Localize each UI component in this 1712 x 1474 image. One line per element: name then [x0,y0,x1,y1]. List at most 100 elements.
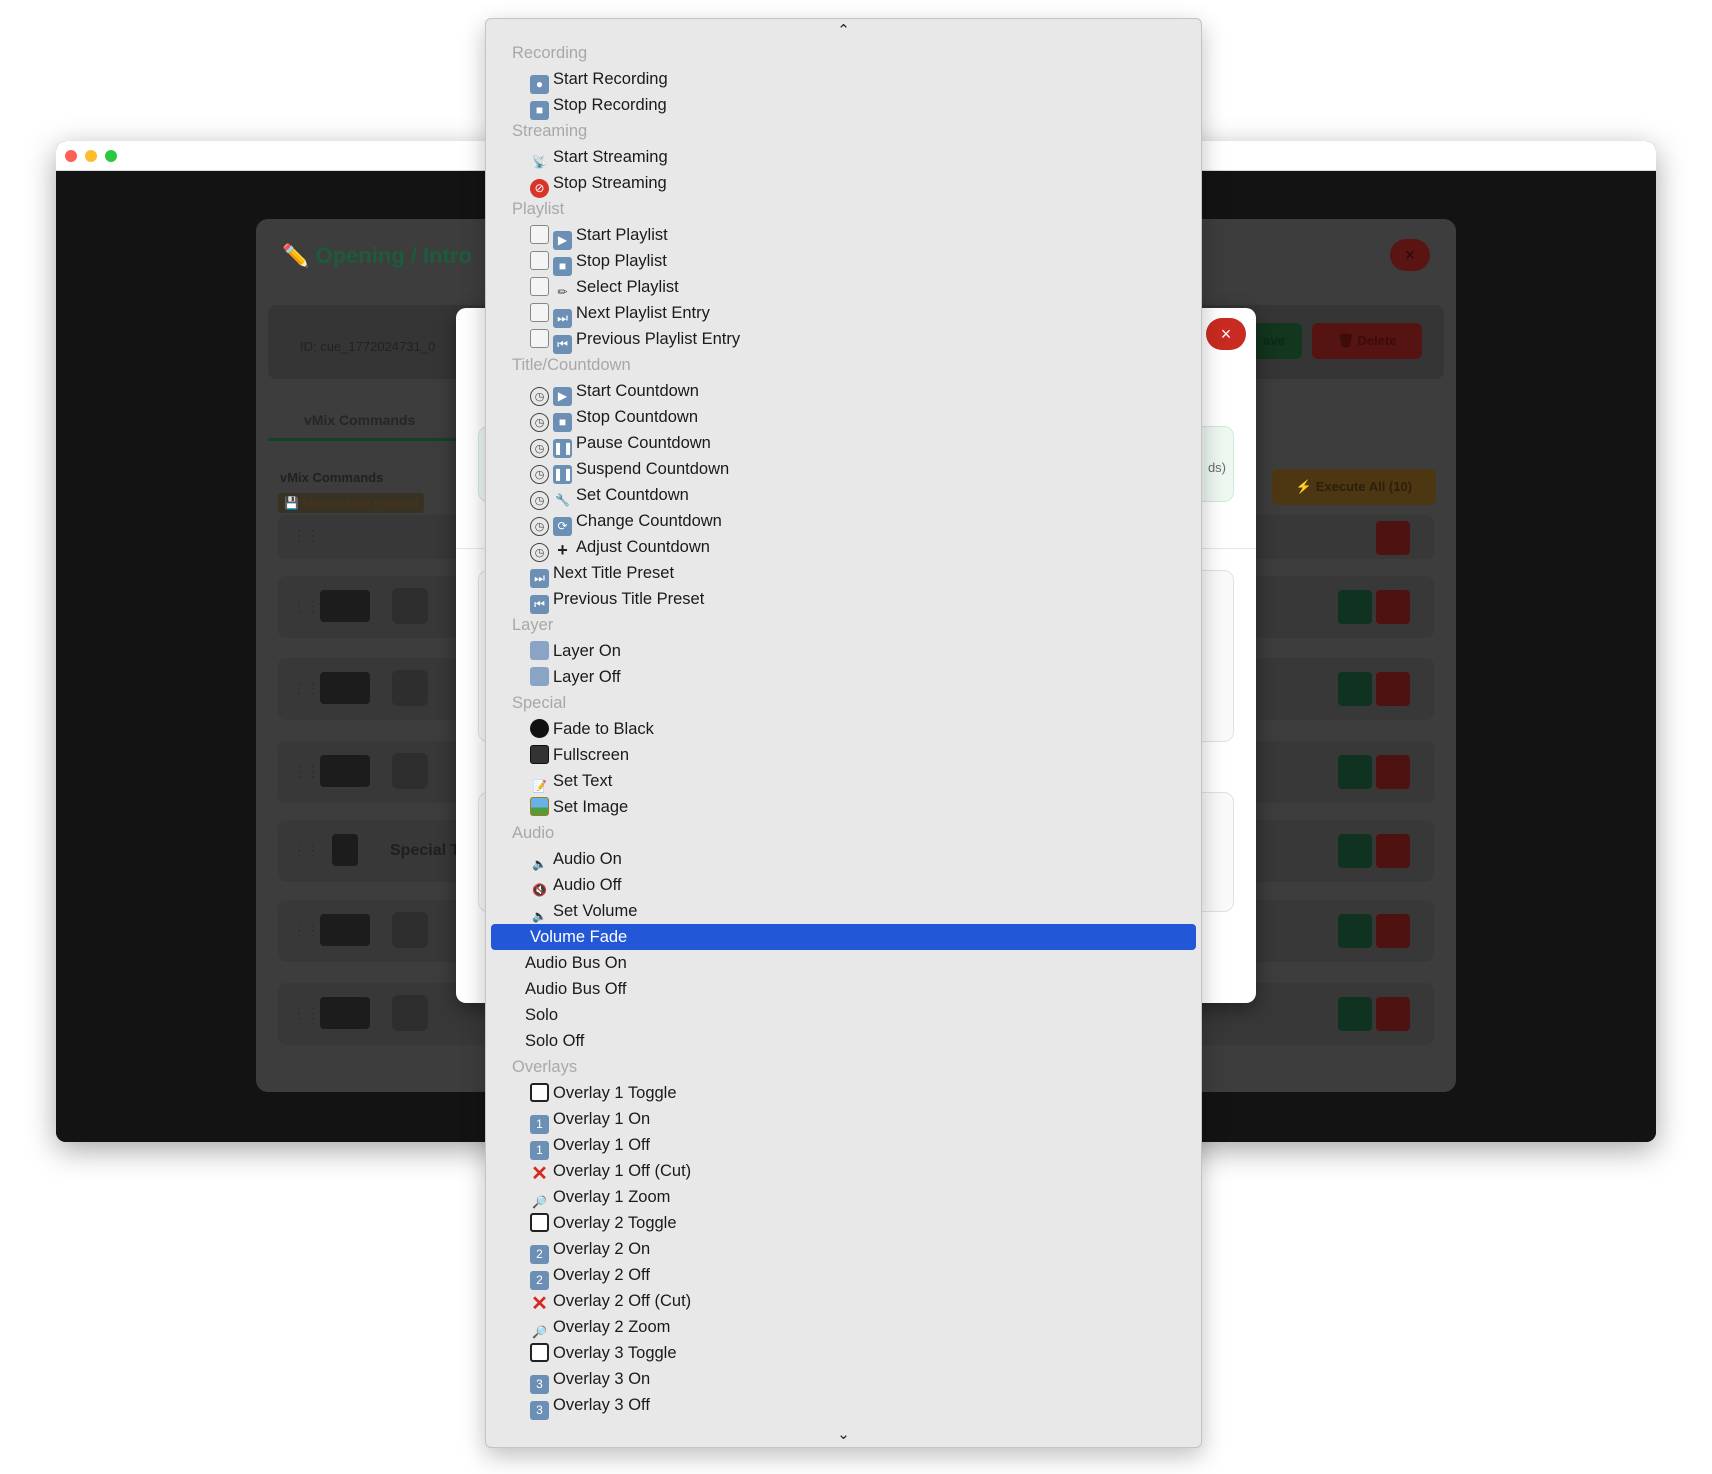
row-delete-button[interactable] [1376,914,1410,948]
option-audio-bus-on[interactable]: Audio Bus On [486,950,1201,976]
black-circle-icon [530,719,549,738]
option-volume-fade[interactable]: Volume Fade [491,924,1196,950]
option-solo[interactable]: Solo [486,1002,1201,1028]
command-type-dropdown[interactable]: ⌃ Recording ● Start Recording ■ Stop Recor… [485,18,1202,1448]
option-stop-playlist[interactable]: ■ Stop Playlist [486,248,1201,276]
drag-handle-icon[interactable]: ⋮⋮ [292,922,320,939]
option-overlay-3-toggle[interactable]: Overlay 3 Toggle [486,1340,1201,1366]
option-start-streaming[interactable]: 📡 Start Streaming [486,144,1201,170]
drag-handle-icon[interactable]: ⋮⋮ [292,527,320,544]
option-select-playlist[interactable]: ✏ Select Playlist [486,274,1201,300]
group-streaming: Streaming [512,122,588,140]
option-audio-on[interactable]: 🔈 Audio On [486,846,1201,872]
row-type-icon [392,912,428,948]
drag-handle-icon[interactable]: ⋮⋮ [292,842,320,859]
window-maximize-button[interactable] [105,150,117,162]
option-start-countdown[interactable]: ◷ ▶ Start Countdown [486,378,1201,406]
option-layer-on[interactable]: Layer On [486,638,1201,664]
row-delete-button[interactable] [1376,590,1410,624]
cross-mark-icon: ✕ [531,1293,548,1315]
execute-all-button[interactable]: ⚡ Execute All (10) [1272,469,1436,505]
cross-mark-icon: ✕ [531,1163,548,1185]
option-overlay-2-on[interactable]: 2 Overlay 2 On [486,1236,1201,1264]
scroll-down-icon[interactable]: ⌄ [486,1425,1201,1443]
row-delete-button[interactable] [1376,672,1410,706]
option-overlay-2-zoom[interactable]: 🔎 Overlay 2 Zoom [486,1314,1201,1340]
window-close-button[interactable] [65,150,77,162]
cue-close-button[interactable]: × [1390,239,1430,271]
option-overlay-2-toggle[interactable]: Overlay 2 Toggle [486,1210,1201,1236]
row-type-icon [392,995,428,1031]
drag-handle-icon[interactable]: ⋮⋮ [292,598,320,615]
option-pause-countdown[interactable]: ◷ ❚❚ Pause Countdown [486,430,1201,458]
group-overlays: Overlays [512,1058,578,1076]
option-overlay-2-off-cut[interactable]: ✕ Overlay 2 Off (Cut) [486,1288,1201,1314]
drag-handle-icon[interactable]: ⋮⋮ [292,1005,320,1022]
row-play-button[interactable] [1338,590,1372,624]
section-title: vMix Commands [280,470,384,485]
scroll-up-icon[interactable]: ⌃ [486,21,1201,39]
option-overlay-1-toggle[interactable]: Overlay 1 Toggle [486,1080,1201,1106]
option-audio-bus-off[interactable]: Audio Bus Off [486,976,1201,1002]
folder-icon [530,667,549,686]
option-set-text[interactable]: 📝 Set Text [486,768,1201,794]
picture-icon [530,797,549,816]
option-set-image[interactable]: Set Image [486,794,1201,820]
option-overlay-1-on[interactable]: 1 Overlay 1 On [486,1106,1201,1134]
manual-save-badge: 💾 Manual save required [278,493,424,513]
option-stop-recording[interactable]: ■ Stop Recording [486,92,1201,120]
option-stop-streaming[interactable]: ⊘ Stop Streaming [486,170,1201,198]
option-stop-countdown[interactable]: ◷ ■ Stop Countdown [486,404,1201,432]
option-set-countdown[interactable]: ◷ 🔧 Set Countdown [486,482,1201,510]
option-next-title-preset[interactable]: ⏭ Next Title Preset [486,560,1201,588]
dropdown-list: Recording ● Start Recording ■ Stop Recordi… [486,40,1201,1420]
row-delete-button[interactable] [1376,755,1410,789]
option-suspend-countdown[interactable]: ◷ ❚❚ Suspend Countdown [486,456,1201,484]
tab-vmix-commands[interactable]: vMix Commands [268,399,458,441]
option-overlay-1-zoom[interactable]: 🔎 Overlay 1 Zoom [486,1184,1201,1210]
delete-button[interactable]: 🗑 Delete [1312,323,1422,359]
drag-handle-icon[interactable]: ⋮⋮ [292,680,320,697]
group-title-countdown: Title/Countdown [512,356,631,374]
option-overlay-3-on[interactable]: 3 Overlay 3 On [486,1366,1201,1394]
option-overlay-2-off[interactable]: 2 Overlay 2 Off [486,1262,1201,1290]
drag-handle-icon[interactable]: ⋮⋮ [292,763,320,780]
option-solo-off[interactable]: Solo Off [486,1028,1201,1054]
clipboard-icon [530,277,549,296]
row-delete-button[interactable] [1376,521,1410,555]
option-set-volume[interactable]: 🔈 Set Volume [486,898,1201,924]
row-type-icon [392,753,428,789]
option-adjust-countdown[interactable]: ◷ + Adjust Countdown [486,534,1201,562]
close-icon[interactable]: × [1206,318,1246,350]
row-play-button[interactable] [1338,755,1372,789]
option-fullscreen[interactable]: Fullscreen [486,742,1201,768]
option-change-countdown[interactable]: ◷ ⟳ Change Countdown [486,508,1201,536]
option-overlay-1-off-cut[interactable]: ✕ Overlay 1 Off (Cut) [486,1158,1201,1184]
option-overlay-3-off[interactable]: 3 Overlay 3 Off [486,1392,1201,1420]
option-previous-title-preset[interactable]: ⏮ Previous Title Preset [486,586,1201,614]
option-previous-playlist-entry[interactable]: ⏮ Previous Playlist Entry [486,326,1201,354]
row-delete-button[interactable] [1376,997,1410,1031]
row-thumbnail [320,914,370,946]
option-fade-to-black[interactable]: Fade to Black [486,716,1201,742]
option-start-playlist[interactable]: ▶ Start Playlist [486,222,1201,250]
clipboard-icon [530,329,549,348]
option-next-playlist-entry[interactable]: ⏭ Next Playlist Entry [486,300,1201,328]
row-play-button[interactable] [1338,672,1372,706]
row-play-button[interactable] [1338,914,1372,948]
row-type-icon [392,670,428,706]
option-audio-off[interactable]: 🔇 Audio Off [486,872,1201,898]
group-audio: Audio [512,824,555,842]
window-minimize-button[interactable] [85,150,97,162]
row-play-button[interactable] [1338,997,1372,1031]
row-thumbnail [320,755,370,787]
row-delete-button[interactable] [1376,834,1410,868]
info-hint-text: ds) [1207,460,1226,475]
keycap-3-icon: 3 [530,1401,549,1420]
option-start-recording[interactable]: ● Start Recording [486,66,1201,94]
option-overlay-1-off[interactable]: 1 Overlay 1 Off [486,1132,1201,1160]
folder-icon [530,641,549,660]
option-layer-off[interactable]: Layer Off [486,664,1201,690]
row-title: Special T [390,842,461,859]
row-play-button[interactable] [1338,834,1372,868]
